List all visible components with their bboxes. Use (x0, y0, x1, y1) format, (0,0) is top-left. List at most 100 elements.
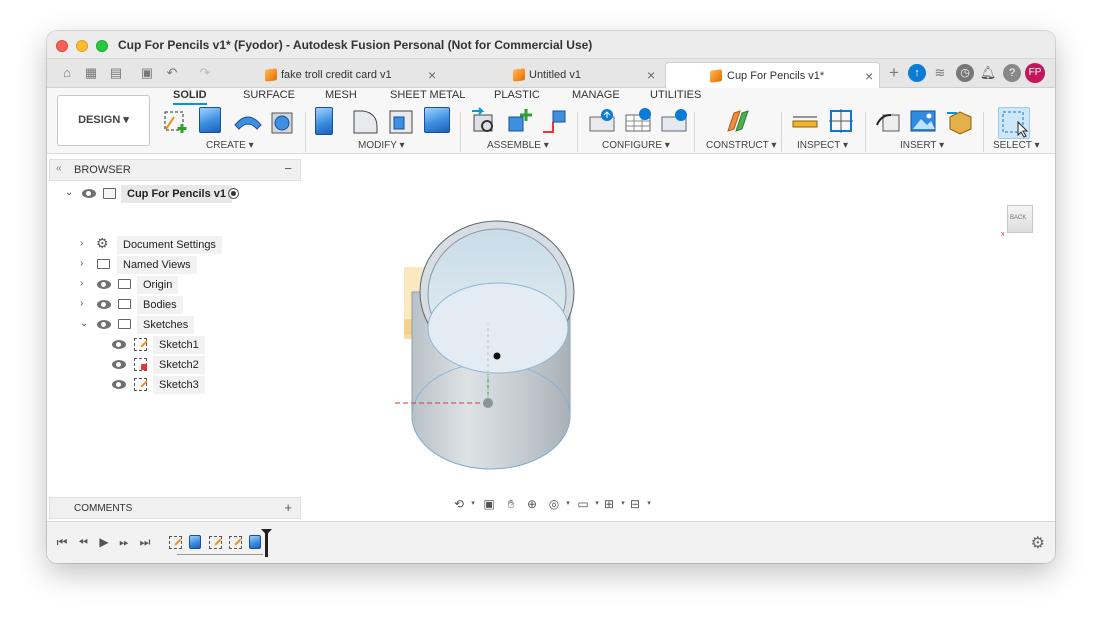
select-tool-icon[interactable] (998, 107, 1030, 139)
comments-panel[interactable]: COMMENTS + (49, 497, 301, 519)
zoom-icon[interactable]: ⊕ (524, 496, 540, 512)
tree-item-sketch1[interactable]: Sketch1 (111, 336, 271, 354)
eye-icon[interactable] (112, 340, 126, 349)
tab-plastic[interactable]: PLASTIC (494, 89, 540, 101)
viewports-dropdown-icon[interactable]: ▾ (641, 496, 657, 512)
eye-icon[interactable] (82, 189, 96, 198)
group-modify[interactable]: MODIFY ▾ (358, 140, 405, 151)
add-comment-icon[interactable]: + (284, 500, 292, 515)
close-tab-icon[interactable]: × (865, 63, 873, 89)
timeline-settings-icon[interactable]: ⚙ (1031, 533, 1045, 553)
configure-table-icon[interactable] (587, 107, 615, 135)
tab-surface[interactable]: SURFACE (243, 89, 295, 101)
chevron-down-icon[interactable]: ⌄ (65, 187, 73, 198)
joint-icon[interactable] (505, 107, 533, 135)
tree-item-bodies[interactable]: › Bodies (80, 296, 280, 314)
configure-grid-icon[interactable] (623, 107, 651, 135)
shell-icon[interactable] (269, 107, 297, 135)
grid-apps-icon[interactable]: ▦ (82, 64, 100, 82)
as-built-joint-icon[interactable] (540, 107, 568, 135)
group-create[interactable]: CREATE ▾ (206, 140, 254, 151)
eye-icon[interactable] (112, 360, 126, 369)
clock-icon[interactable]: ◷ (956, 64, 974, 82)
measure-icon[interactable] (791, 107, 819, 135)
collapse-panel-icon[interactable]: « (56, 163, 62, 174)
insert-derive-icon[interactable] (875, 107, 903, 135)
tab-manage[interactable]: MANAGE (572, 89, 620, 101)
group-inspect[interactable]: INSPECT ▾ (797, 140, 848, 151)
tab-cup-for-pencils[interactable]: Cup For Pencils v1* × (665, 62, 880, 88)
origin-point[interactable] (483, 398, 493, 408)
tab-mesh[interactable]: MESH (325, 89, 357, 101)
chevron-right-icon[interactable]: › (80, 298, 83, 309)
minimize-window-button[interactable] (76, 40, 88, 52)
chevron-right-icon[interactable]: › (80, 278, 83, 289)
close-tab-icon[interactable]: × (428, 62, 436, 88)
canvas-image-icon[interactable] (909, 107, 937, 135)
group-insert[interactable]: INSERT ▾ (900, 140, 944, 151)
tab-solid[interactable]: SOLID (173, 89, 207, 105)
extrude-icon[interactable] (199, 107, 221, 133)
chamfer-icon[interactable] (387, 107, 415, 135)
combine-icon[interactable] (424, 107, 450, 133)
tree-item-origin[interactable]: › Origin (80, 276, 280, 294)
zoom-window-button[interactable] (96, 40, 108, 52)
minimize-browser-icon[interactable]: − (284, 161, 292, 176)
timeline-extrude-icon[interactable] (249, 535, 261, 549)
pan-icon[interactable]: ✋︎ (503, 496, 519, 512)
model-canvas[interactable] (303, 154, 1055, 519)
notifications-icon[interactable]: 🔔︎ (979, 64, 997, 82)
file-menu-icon[interactable]: ▤ (107, 64, 125, 82)
tree-item-sketch2[interactable]: Sketch2 (111, 356, 271, 374)
viewcube-face[interactable]: BACK (1007, 205, 1033, 233)
press-pull-icon[interactable] (315, 107, 333, 135)
group-construct[interactable]: CONSTRUCT ▾ (706, 140, 776, 151)
undo-icon[interactable]: ↶ (163, 64, 181, 82)
redo-icon[interactable]: ↷ (196, 64, 214, 82)
fit-dropdown-icon[interactable]: ▾ (560, 496, 576, 512)
section-analysis-icon[interactable] (827, 107, 855, 135)
eye-icon[interactable] (112, 380, 126, 389)
timeline-sketch-icon[interactable] (229, 536, 242, 549)
chevron-right-icon[interactable]: › (80, 258, 83, 269)
insert-mesh-icon[interactable] (946, 107, 974, 135)
new-component-icon[interactable] (470, 107, 498, 135)
group-select[interactable]: SELECT ▾ (993, 140, 1040, 151)
workspace-switcher[interactable]: DESIGN ▾ (57, 95, 150, 146)
configure-rule-icon[interactable] (659, 107, 687, 135)
user-avatar[interactable]: FP (1025, 63, 1045, 83)
canvas-viewport[interactable]: BACK x (303, 154, 1055, 519)
new-tab-icon[interactable]: + (885, 64, 903, 82)
tree-item-document-settings[interactable]: › ⚙ Document Settings (80, 235, 280, 254)
orbit-dropdown-icon[interactable]: ▾ (465, 496, 481, 512)
step-back-icon[interactable]: ⏪︎ (76, 535, 90, 549)
eye-icon[interactable] (97, 280, 111, 289)
group-configure[interactable]: CONFIGURE ▾ (602, 140, 670, 151)
step-forward-icon[interactable]: ⏩︎ (117, 535, 131, 549)
chevron-right-icon[interactable]: › (80, 238, 83, 249)
tab-sheet-metal[interactable]: SHEET METAL (390, 89, 465, 101)
timeline-marker-head[interactable] (261, 529, 272, 535)
fillet-icon[interactable] (351, 107, 379, 135)
go-to-end-icon[interactable]: ⏭︎ (138, 535, 152, 549)
extensions-icon[interactable]: ≋ (931, 64, 949, 82)
timeline-sketch-icon[interactable] (169, 536, 182, 549)
offset-plane-icon[interactable] (724, 107, 752, 135)
eye-icon[interactable] (97, 300, 111, 309)
timeline-sketch-icon[interactable] (209, 536, 222, 549)
tab-fake-troll-credit-card[interactable]: fake troll credit card v1 × (259, 62, 444, 88)
chevron-down-icon[interactable]: ⌄ (80, 318, 88, 329)
activate-radio-icon[interactable] (228, 188, 239, 199)
eye-icon[interactable] (97, 320, 111, 329)
tree-item-sketches[interactable]: ⌄ Sketches (80, 316, 280, 334)
tab-utilities[interactable]: UTILITIES (650, 89, 701, 101)
revolve-icon[interactable] (233, 107, 262, 135)
help-icon[interactable]: ? (1003, 64, 1021, 82)
timeline-extrude-icon[interactable] (189, 535, 201, 549)
home-icon[interactable]: ⌂ (58, 64, 76, 82)
create-sketch-icon[interactable] (162, 107, 190, 135)
job-status-icon[interactable]: ↑ (908, 64, 926, 82)
go-to-start-icon[interactable]: ⏮︎ (55, 535, 69, 549)
close-tab-icon[interactable]: × (647, 62, 655, 88)
look-at-icon[interactable]: ▣ (481, 496, 497, 512)
